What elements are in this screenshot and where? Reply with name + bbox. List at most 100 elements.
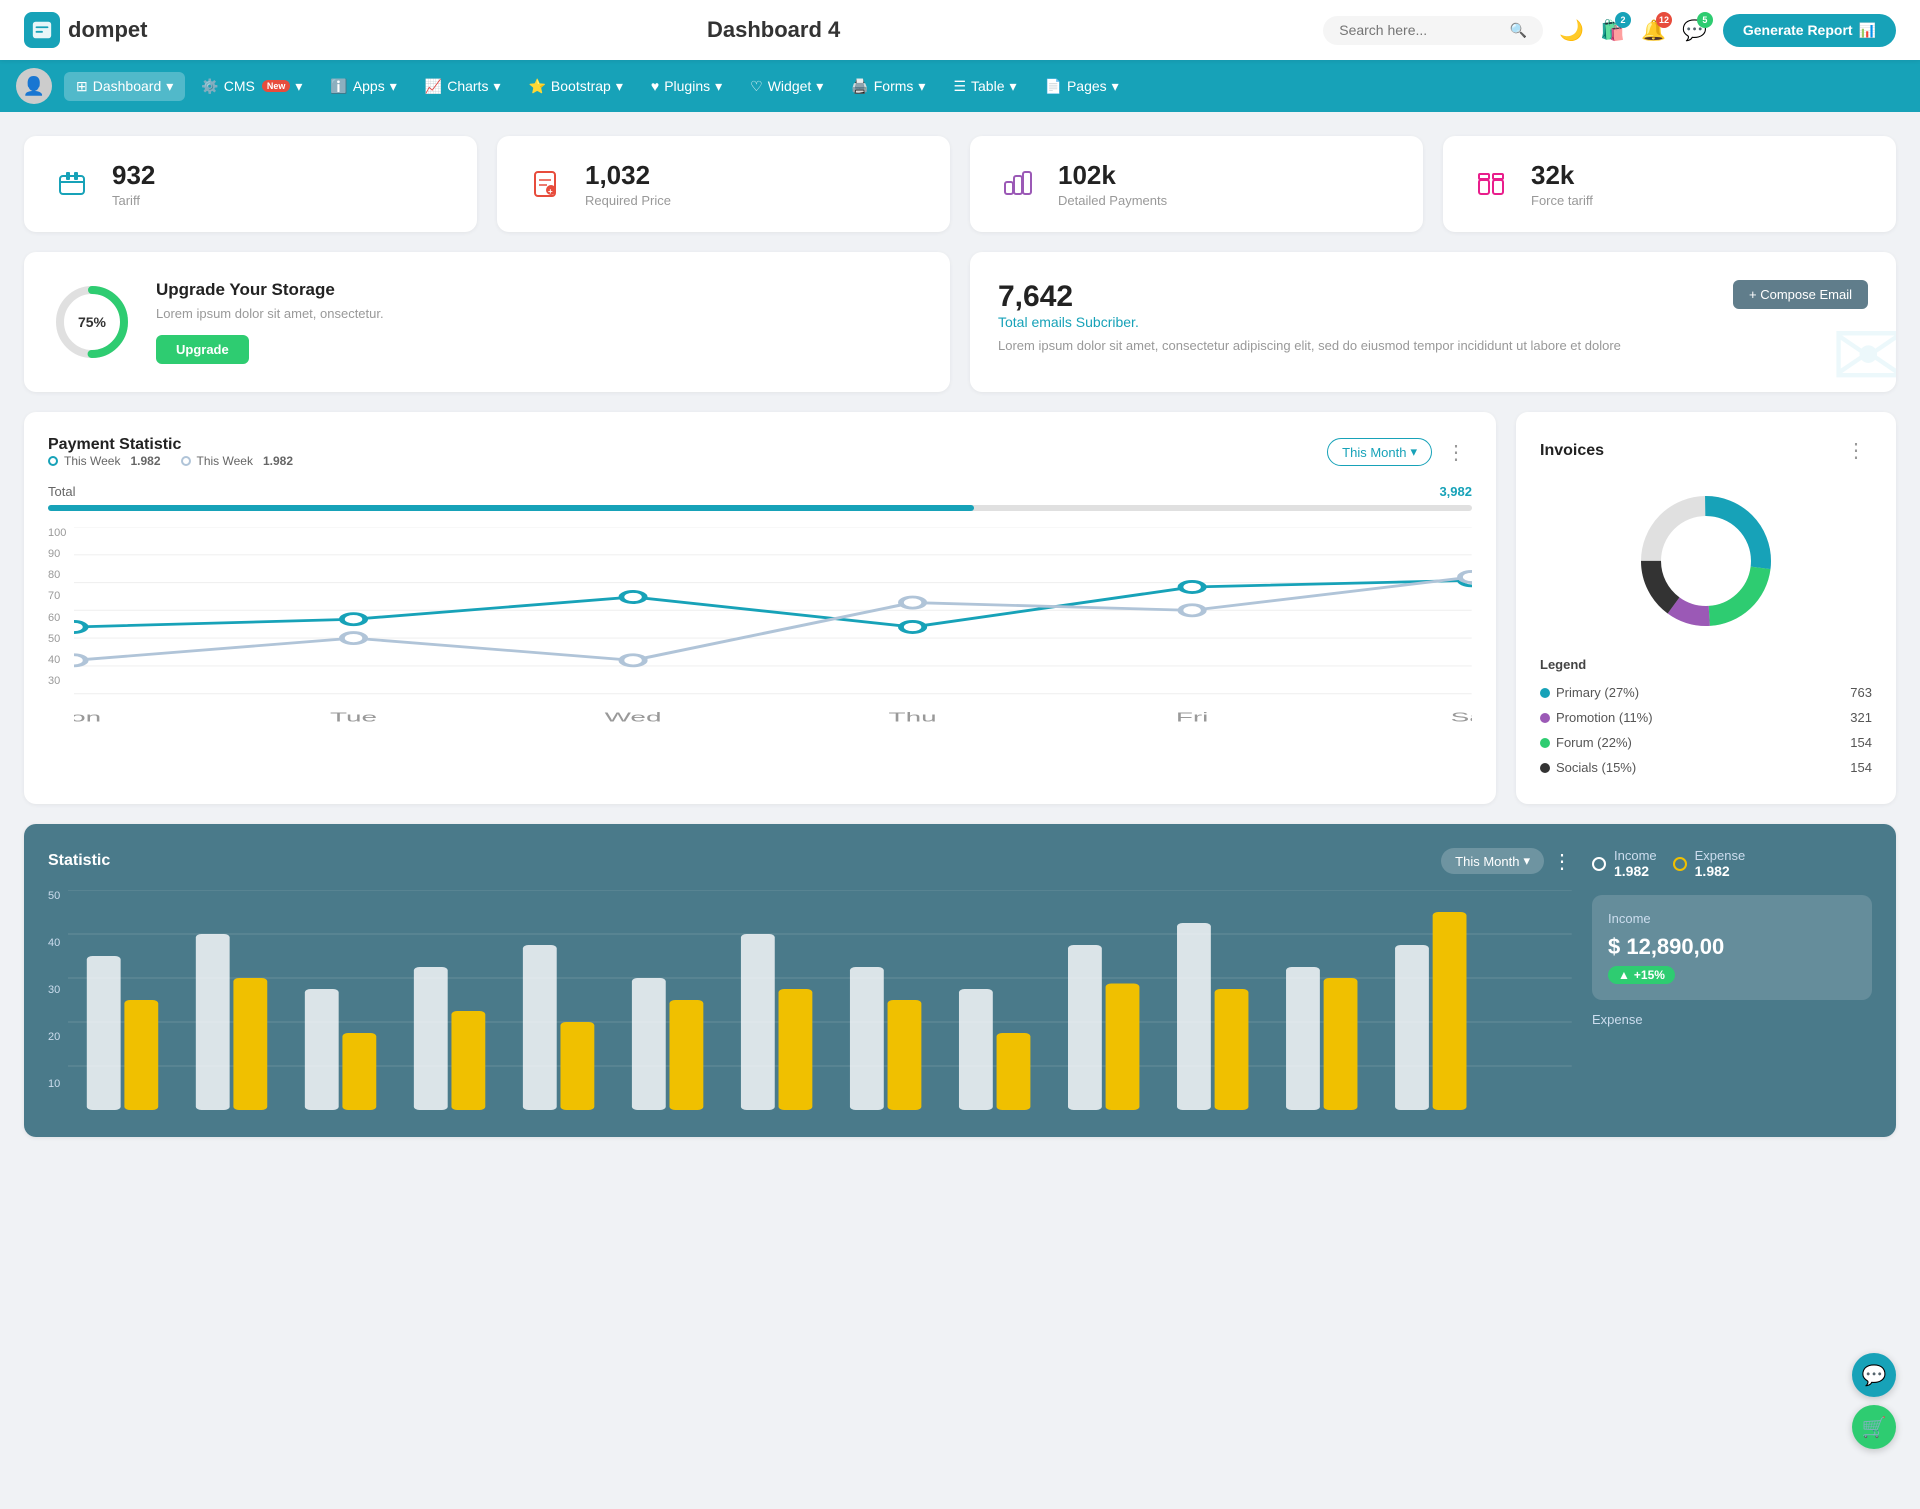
- up-arrow-icon: ▲: [1618, 968, 1630, 982]
- required-price-label: Required Price: [585, 193, 671, 208]
- plugins-icon: ♥: [651, 78, 659, 94]
- force-tariff-icon: [1467, 160, 1515, 208]
- svg-text:Wed: Wed: [605, 709, 662, 724]
- invoices-header: Invoices ⋮: [1540, 436, 1872, 465]
- apps-icon: ℹ️: [330, 78, 347, 95]
- nav-item-pages[interactable]: 📄 Pages ▾: [1033, 72, 1131, 101]
- filter-this-month-button[interactable]: This Month ▾: [1327, 438, 1432, 466]
- nav-label-bootstrap: Bootstrap: [551, 78, 611, 94]
- nav-label-table: Table: [971, 78, 1004, 94]
- storage-card: 75% Upgrade Your Storage Lorem ipsum dol…: [24, 252, 950, 392]
- bell-badge: 12: [1656, 12, 1672, 28]
- apps-dropdown-icon: ▾: [390, 78, 397, 95]
- invoices-more-button[interactable]: ⋮: [1840, 436, 1872, 465]
- shop-icon-wrapper[interactable]: 🛍️ 2: [1600, 18, 1625, 43]
- expense-legend-value: 1.982: [1695, 863, 1746, 879]
- nav-label-plugins: Plugins: [664, 78, 710, 94]
- charts-dropdown-icon: ▾: [493, 78, 500, 95]
- legend-item-2: This Week 1.982: [181, 454, 294, 468]
- income-legend-dot: [1592, 857, 1606, 871]
- nav-item-cms[interactable]: ⚙️ CMS New ▾: [189, 72, 314, 101]
- force-tariff-info: 32k Force tariff: [1531, 160, 1593, 208]
- dashboard-icon: ⊞: [76, 78, 88, 95]
- nav-item-charts[interactable]: 📈 Charts ▾: [413, 72, 513, 101]
- generate-report-button[interactable]: Generate Report 📊: [1723, 14, 1896, 47]
- chat-badge: 5: [1697, 12, 1713, 28]
- nav-avatar: 👤: [16, 68, 52, 104]
- socials-legend-value: 154: [1850, 760, 1872, 775]
- widget-icon: ♡: [750, 78, 763, 95]
- legend-promotion-left: Promotion (11%): [1540, 710, 1653, 725]
- bar-y-axis: 50 40 30 20 10: [48, 890, 68, 1110]
- svg-text:Thu: Thu: [889, 709, 937, 724]
- primary-color-dot: [1540, 688, 1550, 698]
- nav-label-apps: Apps: [353, 78, 385, 94]
- nav-item-bootstrap[interactable]: ⭐ Bootstrap ▾: [516, 72, 634, 101]
- nav-label-pages: Pages: [1067, 78, 1107, 94]
- filter-dropdown-icon: ▾: [1410, 444, 1417, 460]
- bar-y-50: 50: [48, 890, 60, 902]
- nav-item-apps[interactable]: ℹ️ Apps ▾: [318, 72, 408, 101]
- stat-card-required-price: + 1,032 Required Price: [497, 136, 950, 232]
- table-icon: ☰: [953, 78, 966, 95]
- y-50: 50: [48, 633, 66, 645]
- statistic-more-button[interactable]: ⋮: [1552, 849, 1572, 874]
- nav-item-plugins[interactable]: ♥ Plugins ▾: [639, 72, 734, 101]
- legend-row-socials: Socials (15%) 154: [1540, 755, 1872, 780]
- statistic-filter-button[interactable]: This Month ▾: [1441, 848, 1544, 874]
- primary-legend-value: 763: [1850, 685, 1872, 700]
- line-chart-container: 100 90 80 70 60 50 40 30: [48, 527, 1472, 730]
- y-40: 40: [48, 654, 66, 666]
- forum-color-dot: [1540, 738, 1550, 748]
- table-dropdown-icon: ▾: [1009, 78, 1016, 95]
- bell-icon-wrapper[interactable]: 🔔 12: [1641, 18, 1666, 43]
- payment-chart-more-button[interactable]: ⋮: [1440, 438, 1472, 467]
- payment-chart-legend: This Week 1.982 This Week 1.982: [48, 454, 293, 468]
- income-badge-text: +15%: [1634, 968, 1665, 982]
- y-axis: 100 90 80 70 60 50 40 30: [48, 527, 74, 707]
- promotion-color-dot: [1540, 713, 1550, 723]
- nav-item-table[interactable]: ☰ Table ▾: [941, 72, 1028, 101]
- search-input[interactable]: [1339, 22, 1502, 38]
- charts-icon: 📈: [425, 78, 442, 95]
- legend-label-2: This Week: [197, 454, 253, 468]
- statistic-filter-label: This Month: [1455, 854, 1519, 869]
- legend-val-1: 1.982: [130, 454, 160, 468]
- logo-area: dompet: [24, 12, 224, 48]
- bar-chart-wrapper: 50 40 30 20 10: [48, 890, 1572, 1113]
- income-detail-card: Income $ 12,890,00 ▲ +15%: [1592, 895, 1872, 1000]
- storage-description: Lorem ipsum dolor sit amet, onsectetur.: [156, 306, 384, 321]
- chat-icon-wrapper[interactable]: 💬 5: [1682, 18, 1707, 43]
- nav-label-cms: CMS: [224, 78, 255, 94]
- logo-text: dompet: [68, 17, 147, 43]
- storage-info: Upgrade Your Storage Lorem ipsum dolor s…: [156, 280, 384, 364]
- moon-icon[interactable]: 🌙: [1559, 18, 1584, 43]
- middle-row: 75% Upgrade Your Storage Lorem ipsum dol…: [24, 252, 1896, 392]
- nav-item-forms[interactable]: 🖨️ Forms ▾: [839, 72, 937, 101]
- cart-fab-button[interactable]: 🛒: [1852, 1405, 1896, 1449]
- expense-detail-label: Expense: [1592, 1012, 1872, 1027]
- compose-email-button[interactable]: + Compose Email: [1733, 280, 1868, 309]
- main-content: 932 Tariff + 1,032 Required Price: [0, 112, 1920, 1161]
- new-badge: New: [262, 80, 291, 92]
- income-legend-label: Income: [1614, 848, 1657, 863]
- search-box[interactable]: 🔍: [1323, 16, 1543, 45]
- forms-dropdown-icon: ▾: [918, 78, 925, 95]
- shop-badge: 2: [1615, 12, 1631, 28]
- forms-icon: 🖨️: [851, 78, 868, 95]
- statistic-chart-area: Statistic This Month ▾ ⋮ 50 40 30 20 10: [48, 848, 1572, 1113]
- socials-legend-label: Socials (15%): [1556, 760, 1636, 775]
- required-price-info: 1,032 Required Price: [585, 160, 671, 208]
- support-fab-button[interactable]: 💬: [1852, 1353, 1896, 1397]
- stat-card-tariff: 932 Tariff: [24, 136, 477, 232]
- income-legend-item: Income 1.982: [1592, 848, 1657, 879]
- legend-row-promotion: Promotion (11%) 321: [1540, 705, 1872, 730]
- storage-title: Upgrade Your Storage: [156, 280, 384, 300]
- nav-item-dashboard[interactable]: ⊞ Dashboard ▾: [64, 72, 185, 101]
- header-right: 🔍 🌙 🛍️ 2 🔔 12 💬 5 Generate Report 📊: [1323, 14, 1896, 47]
- nav-item-widget[interactable]: ♡ Widget ▾: [738, 72, 835, 101]
- y-60: 60: [48, 612, 66, 624]
- storage-percent-label: 75%: [78, 314, 106, 330]
- required-price-value: 1,032: [585, 160, 671, 191]
- upgrade-button[interactable]: Upgrade: [156, 335, 249, 364]
